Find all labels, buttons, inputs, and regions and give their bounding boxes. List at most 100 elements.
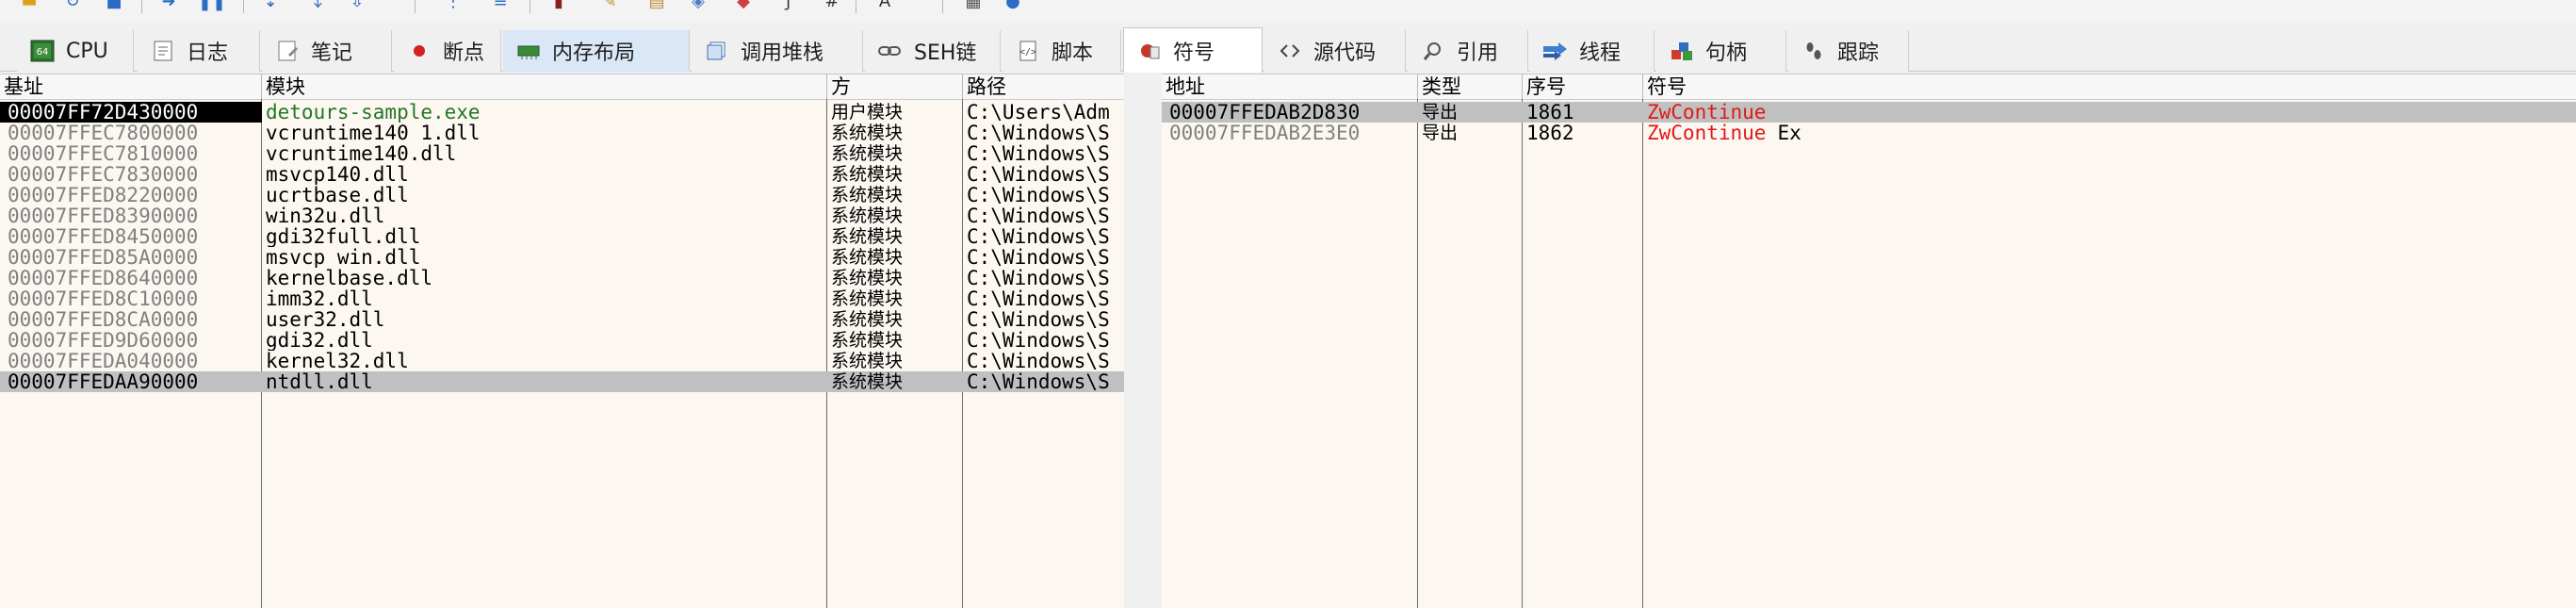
- module-row[interactable]: 00007FFEDA040000 kernel32.dll 系统模块 C:\Windo…: [0, 351, 1124, 371]
- column-divider: [1642, 99, 1643, 608]
- tab-notes[interactable]: 笔记: [262, 30, 392, 72]
- module-row[interactable]: 00007FFEDAA90000 ntdll.dll 系统模块 C:\Windows\…: [0, 371, 1124, 392]
- module-row[interactable]: 00007FFED8C10000 imm32.dll 系统模块 C:\Windows\…: [0, 288, 1124, 309]
- pause-icon[interactable]: ❚❚: [198, 0, 226, 11]
- hash-icon[interactable]: #: [822, 0, 842, 11]
- globe-icon[interactable]: ●: [1003, 0, 1023, 11]
- module-path: C:\Windows\S: [967, 164, 1110, 185]
- bookmark-icon[interactable]: ◆: [733, 0, 754, 11]
- handles-icon: [1668, 38, 1696, 64]
- font-icon[interactable]: A: [874, 0, 895, 11]
- run-to-user-code-icon[interactable]: ⋮: [443, 0, 464, 11]
- pane-splitter[interactable]: [1124, 74, 1162, 607]
- module-row[interactable]: 00007FFED8390000 win32u.dll 系统模块 C:\Windows…: [0, 205, 1124, 226]
- tab-trace-footprints[interactable]: 跟踪: [1788, 30, 1909, 72]
- modules-pane[interactable]: 基址 模块 方 路径 00007FF72D430000 detours-sampl…: [0, 74, 1124, 608]
- column-header-path[interactable]: 路径: [963, 74, 1124, 99]
- column-header-ordinal[interactable]: 序号: [1523, 74, 1643, 99]
- module-party: 系统模块: [831, 288, 904, 309]
- column-header-module[interactable]: 模块: [262, 74, 827, 99]
- patch-icon[interactable]: ▤: [646, 0, 667, 11]
- tab-label: 笔记: [311, 41, 353, 65]
- tab-references[interactable]: 引用: [1408, 30, 1528, 72]
- module-row[interactable]: 00007FF72D430000 detours-sample.exe 用户模块 C:…: [0, 102, 1124, 123]
- execute-till-return-icon[interactable]: ⇩: [347, 0, 367, 11]
- cpu-icon: 64: [28, 38, 57, 64]
- trace-icon[interactable]: ≡: [490, 0, 511, 11]
- symbol-name: ZwContinue: [1647, 123, 1767, 143]
- module-row[interactable]: 00007FFEC7830000 msvcp140.dll 系统模块 C:\Windo…: [0, 164, 1124, 185]
- tag-icon[interactable]: ◈: [688, 0, 709, 11]
- tab-cpu[interactable]: 64 CPU: [17, 30, 134, 72]
- module-path: C:\Windows\S: [967, 351, 1110, 371]
- module-party: 用户模块: [831, 102, 904, 123]
- pen-icon[interactable]: ✎: [599, 0, 620, 11]
- module-path: C:\Windows\S: [967, 205, 1110, 226]
- folder-open-icon[interactable]: ▬: [19, 0, 40, 11]
- module-party: 系统模块: [831, 247, 904, 268]
- module-party: 系统模块: [831, 371, 904, 392]
- module-path: C:\Windows\S: [967, 247, 1110, 268]
- symbol-row[interactable]: 00007FFEDAB2D830 导出 1861 ZwContinue: [1162, 102, 2576, 123]
- module-path: C:\Windows\S: [967, 185, 1110, 205]
- column-header-type[interactable]: 类型: [1418, 74, 1523, 99]
- module-row[interactable]: 00007FFED8220000 ucrtbase.dll 系统模块 C:\Windo…: [0, 185, 1124, 205]
- tab-call-stack[interactable]: 调用堆栈: [692, 30, 863, 72]
- step-into-icon[interactable]: ⇣: [260, 0, 281, 11]
- module-party: 系统模块: [831, 123, 904, 143]
- module-party: 系统模块: [831, 185, 904, 205]
- module-row[interactable]: 00007FFEC7810000 vcruntime140.dll 系统模块 C:\W…: [0, 143, 1124, 164]
- tab-symbols[interactable]: 符号: [1123, 27, 1263, 73]
- module-row[interactable]: 00007FFED8450000 gdi32full.dll 系统模块 C:\Wind…: [0, 226, 1124, 247]
- tab-seh-chain[interactable]: SEH链: [865, 30, 1001, 72]
- modules-header: 基址 模块 方 路径: [0, 74, 1124, 100]
- tab-source-code[interactable]: 源代码: [1264, 30, 1406, 72]
- tab-strip: 64 CPU 日志 笔记 断点 内存布局 调用堆栈 SEH链 </> 脚本 符号 源代码 引用 线程 句柄 跟…: [0, 26, 2576, 73]
- call-stack-icon: [703, 38, 731, 64]
- module-name: win32u.dll: [266, 205, 385, 226]
- calculator-icon[interactable]: ▦: [963, 0, 984, 11]
- tab-handles[interactable]: 句柄: [1656, 30, 1786, 72]
- symbol-row[interactable]: 00007FFEDAB2E3E0 导出 1862 ZwContinue Ex: [1162, 123, 2576, 143]
- stop-icon[interactable]: ■: [104, 0, 124, 11]
- tab-label: 引用: [1457, 41, 1499, 65]
- tab-label: 断点: [443, 41, 485, 65]
- module-name: ntdll.dll: [266, 371, 373, 392]
- column-header-base[interactable]: 基址: [0, 74, 262, 99]
- function-icon[interactable]: ƒ: [778, 0, 799, 11]
- module-name: msvcp140.dll: [266, 164, 409, 185]
- module-name: imm32.dll: [266, 288, 373, 309]
- step-over-icon[interactable]: ⤵: [303, 0, 324, 11]
- symbol-name-cell: ZwContinue Ex: [1643, 123, 2576, 143]
- tab-log[interactable]: 日志: [138, 30, 260, 72]
- module-party: 系统模块: [831, 330, 904, 351]
- module-row[interactable]: 00007FFEC7800000 vcruntime140_1.dll 系统模块 C:…: [0, 123, 1124, 143]
- bug-icon[interactable]: ▮: [548, 0, 569, 11]
- module-row[interactable]: 00007FFED8640000 kernelbase.dll 系统模块 C:\Win…: [0, 268, 1124, 288]
- symbol-name: ZwContinue: [1647, 102, 1767, 123]
- module-base-address: 00007FFED85A0000: [8, 247, 199, 268]
- tab-breakpoint[interactable]: 断点: [394, 30, 501, 72]
- run-icon[interactable]: ➜: [158, 0, 179, 11]
- module-path: C:\Windows\S: [967, 371, 1110, 392]
- tab-threads[interactable]: 线程: [1530, 30, 1655, 72]
- column-header-address[interactable]: 地址: [1162, 74, 1418, 99]
- module-path: C:\Windows\S: [967, 143, 1110, 164]
- module-row[interactable]: 00007FFED9D60000 gdi32.dll 系统模块 C:\Windows\…: [0, 330, 1124, 351]
- tab-memory-map[interactable]: 内存布局: [503, 30, 690, 72]
- module-path: C:\Windows\S: [967, 309, 1110, 330]
- symbols-pane[interactable]: 地址 类型 序号 符号 00007FFEDAB2D830 导出 1861 ZwCont…: [1162, 74, 2576, 608]
- module-name: gdi32.dll: [266, 330, 373, 351]
- restart-icon[interactable]: ↻: [62, 0, 83, 11]
- tab-script[interactable]: </> 脚本: [1003, 30, 1121, 72]
- module-base-address: 00007FFED9D60000: [8, 330, 199, 351]
- symbols-icon: [1135, 38, 1164, 64]
- module-row[interactable]: 00007FFED85A0000 msvcp_win.dll 系统模块 C:\Wind…: [0, 247, 1124, 268]
- module-party: 系统模块: [831, 309, 904, 330]
- module-party: 系统模块: [831, 143, 904, 164]
- source-code-icon: [1276, 38, 1304, 64]
- symbol-address: 00007FFEDAB2D830: [1169, 102, 1361, 123]
- column-header-party[interactable]: 方: [827, 74, 963, 99]
- column-header-symbol[interactable]: 符号: [1643, 74, 2576, 99]
- module-row[interactable]: 00007FFED8CA0000 user32.dll 系统模块 C:\Windows…: [0, 309, 1124, 330]
